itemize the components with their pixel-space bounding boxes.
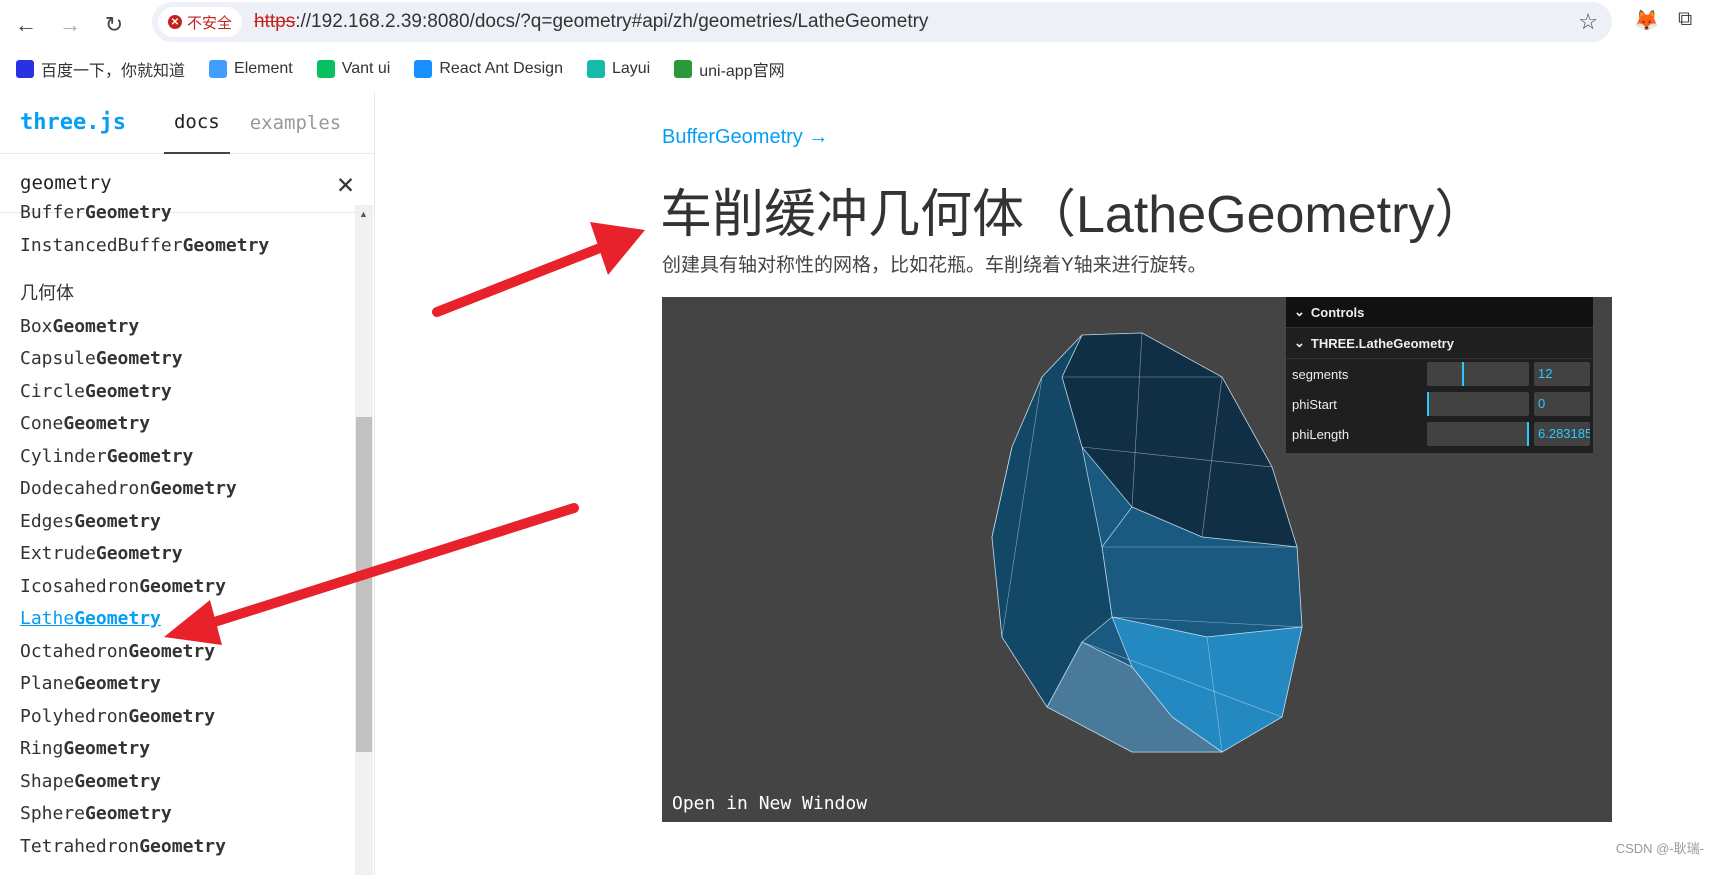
- param-slider[interactable]: [1427, 422, 1529, 446]
- param-row-segments: segments 12: [1286, 359, 1593, 389]
- bookmark-icon: [16, 60, 34, 78]
- sidebar-item[interactable]: DodecahedronGeometry: [0, 473, 355, 506]
- section-heading: 几何体: [20, 283, 74, 304]
- tab-docs[interactable]: docs: [163, 92, 230, 154]
- sidebar-item[interactable]: RingGeometry: [0, 733, 355, 766]
- folder-header[interactable]: ⌄ THREE.LatheGeometry: [1286, 328, 1593, 359]
- sidebar-item[interactable]: CircleGeometry: [0, 376, 355, 409]
- bookmark-icon: [316, 60, 335, 78]
- controls-panel: ⌄ Controls ⌄ THREE.LatheGeometry segments 1…: [1286, 297, 1593, 453]
- bookmark-star-icon[interactable]: ☆: [1578, 9, 1598, 35]
- scrollbar-thumb[interactable]: [356, 417, 372, 752]
- sidebar-item[interactable]: PlaneGeometry: [0, 668, 355, 701]
- controls-header[interactable]: ⌄ Controls: [1286, 297, 1593, 328]
- extensions-icon[interactable]: ⧉: [1678, 8, 1692, 31]
- bookmark-item[interactable]: React Ant Design: [414, 60, 563, 78]
- sidebar-item[interactable]: PolyhedronGeometry: [0, 701, 355, 734]
- logo[interactable]: three.js: [20, 110, 126, 135]
- chevron-down-icon: ⌄: [1294, 335, 1305, 350]
- bookmark-icon: [586, 60, 605, 78]
- browser-toolbar: ← → ↻ ✕ 不安全 https://192.168.2.39:8080/doc…: [0, 0, 1714, 50]
- page-title: 车削缓冲几何体（LatheGeometry）: [660, 186, 1487, 244]
- url-text[interactable]: https://192.168.2.39:8080/docs/?q=geomet…: [254, 11, 928, 33]
- sidebar-item[interactable]: TetrahedronGeometry: [0, 831, 355, 864]
- red-arrow: [432, 222, 645, 317]
- sidebar-item[interactable]: SphereGeometry: [0, 798, 355, 831]
- sidebar-item[interactable]: CylinderGeometry: [0, 441, 355, 474]
- sidebar-item[interactable]: LatheGeometry: [0, 603, 355, 636]
- bookmark-icon: [674, 60, 693, 78]
- sidebar-item[interactable]: ConeGeometry: [0, 408, 355, 441]
- bookmark-item[interactable]: uni-app官网: [674, 57, 785, 81]
- bookmark-item[interactable]: Layui: [586, 60, 650, 78]
- param-row-phiLength: phiLength 6.283185: [1286, 419, 1593, 449]
- bookmarks-bar: 百度一下，你就知道 Element Vant ui React Ant Design L…: [0, 50, 1714, 88]
- sidebar-item[interactable]: CapsuleGeometry: [0, 343, 355, 376]
- sidebar-item[interactable]: InstancedBufferGeometry: [0, 230, 355, 263]
- scroll-up-icon[interactable]: ▲: [359, 209, 368, 219]
- tab-examples[interactable]: examples: [250, 92, 342, 154]
- metamask-extension-icon[interactable]: 🦊: [1634, 8, 1659, 33]
- sidebar-item[interactable]: EdgesGeometry: [0, 506, 355, 539]
- open-in-new-window-link[interactable]: Open in New Window: [672, 793, 867, 814]
- sidebar-item[interactable]: ShapeGeometry: [0, 766, 355, 799]
- 3d-viewer[interactable]: Open in New Window ⌄ Controls ⌄ THREE.Lath…: [662, 297, 1612, 822]
- sidebar: three.js docs examples geometry ✕ Buffer…: [0, 92, 375, 875]
- page-description: 创建具有轴对称性的网格，比如花瓶。车削绕着Y轴来进行旋转。: [662, 255, 1207, 276]
- nav-list: BufferGeometry InstancedBufferGeometry 几何体…: [0, 197, 355, 867]
- security-badge[interactable]: ✕ 不安全: [158, 7, 243, 37]
- sidebar-item[interactable]: OctahedronGeometry: [0, 636, 355, 669]
- warning-icon: ✕: [168, 15, 182, 29]
- bookmark-item[interactable]: Vant ui: [316, 60, 390, 78]
- param-row-phiStart: phiStart 0: [1286, 389, 1593, 419]
- sidebar-item[interactable]: BufferGeometry: [0, 197, 355, 230]
- param-input[interactable]: 6.283185: [1534, 422, 1590, 446]
- sidebar-item[interactable]: ExtrudeGeometry: [0, 538, 355, 571]
- watermark: CSDN @-耿瑞-: [1615, 841, 1704, 856]
- param-input[interactable]: 0: [1534, 392, 1590, 416]
- address-bar[interactable]: ✕ 不安全 https://192.168.2.39:8080/docs/?q=g…: [152, 2, 1612, 42]
- sidebar-item[interactable]: IcosahedronGeometry: [0, 571, 355, 604]
- bookmark-item[interactable]: 百度一下，你就知道: [16, 57, 185, 81]
- reload-icon[interactable]: ↻: [96, 7, 132, 43]
- param-input[interactable]: 12: [1534, 362, 1590, 386]
- scrollbar[interactable]: ▲: [355, 205, 373, 875]
- bookmark-icon: [209, 60, 228, 78]
- close-icon[interactable]: ✕: [337, 167, 354, 200]
- bookmark-icon: [414, 60, 433, 78]
- parent-link[interactable]: BufferGeometry →: [662, 126, 828, 149]
- sidebar-item[interactable]: BoxGeometry: [0, 311, 355, 344]
- back-icon[interactable]: ←: [8, 7, 44, 43]
- forward-icon[interactable]: →: [52, 7, 88, 43]
- bookmark-item[interactable]: Element: [209, 60, 293, 78]
- chevron-down-icon: ⌄: [1294, 304, 1305, 319]
- param-slider[interactable]: [1427, 392, 1529, 416]
- param-slider[interactable]: [1427, 362, 1529, 386]
